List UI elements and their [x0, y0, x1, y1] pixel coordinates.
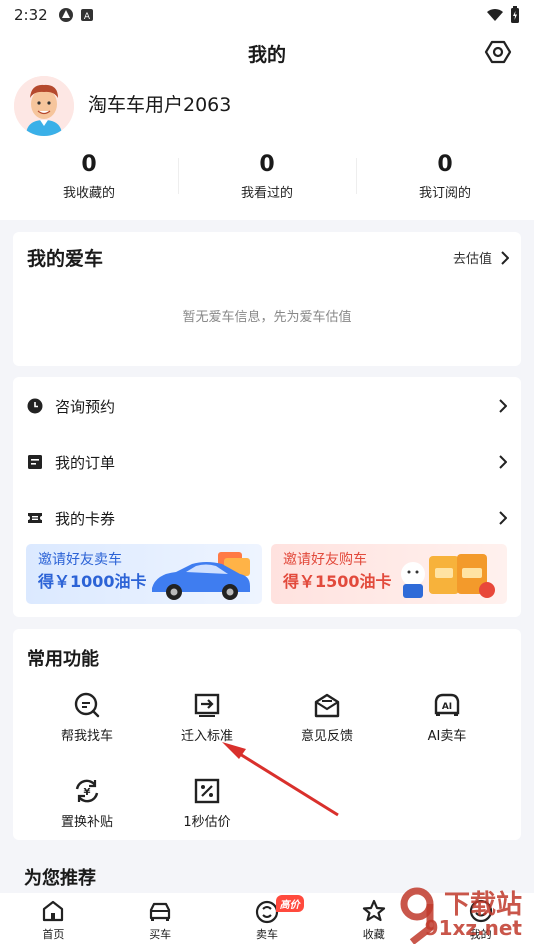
func-find-car[interactable]: 帮我找车 [27, 691, 147, 744]
invite-buy-banner[interactable]: 邀请好友购车 得￥1500油卡 [271, 544, 507, 604]
valuation-link[interactable]: 去估值 [453, 248, 509, 267]
gift-card-illustration-icon [401, 554, 495, 598]
func-feedback[interactable]: 意见反馈 [267, 691, 387, 744]
func-label: 迁入标准 [180, 729, 233, 744]
func-trade-in-subsidy[interactable]: ¥ 置换补贴 [27, 777, 147, 830]
invite-sell-banner[interactable]: 邀请好友卖车 得￥1000油卡 [26, 544, 262, 604]
tab-label: 买车 [149, 928, 172, 941]
stat-count: 0 [437, 152, 453, 177]
menu-item-label: 我的订单 [55, 453, 116, 472]
stats-row: 0 我收藏的 0 我看过的 0 我订阅的 [0, 150, 534, 201]
recommend-title: 为您推荐 [24, 868, 96, 889]
valuation-link-label: 去估值 [452, 252, 492, 267]
func-move-in-standard[interactable]: 迁入标准 [147, 691, 267, 744]
a-notification-icon: A [80, 9, 93, 22]
my-car-title: 我的爱车 [27, 248, 104, 270]
menu-item-consult[interactable]: 咨询预约 [13, 378, 521, 434]
stat-subscribed[interactable]: 0 我订阅的 [356, 150, 534, 201]
ai-car-icon: AI [434, 693, 460, 716]
tab-buy-car[interactable]: 买车 [107, 893, 214, 950]
chevron-right-icon [499, 511, 507, 525]
tab-home[interactable]: 首页 [0, 893, 107, 950]
ticket-icon [28, 513, 42, 523]
stat-label: 我订阅的 [418, 186, 471, 201]
status-time: 2:32 [14, 6, 48, 24]
tab-label: 卖车 [255, 928, 278, 941]
func-label: 1秒估价 [183, 815, 231, 830]
stat-label: 我看过的 [240, 186, 293, 201]
settings-icon[interactable] [484, 38, 512, 66]
stat-favorites[interactable]: 0 我收藏的 [0, 150, 178, 201]
chevron-right-icon [501, 250, 509, 265]
func-ai-sell[interactable]: AI AI卖车 [387, 691, 507, 744]
high-price-badge: 高价 [275, 895, 304, 912]
tab-label: 首页 [42, 928, 65, 941]
move-in-icon [194, 693, 220, 717]
menu-item-label: 咨询预约 [55, 397, 116, 416]
tab-sell-car[interactable]: 高价 卖车 [214, 893, 321, 950]
profile-header: 我的 淘车车用户2063 0 我收藏的 0 我看过的 0 我订阅的 [0, 30, 534, 220]
func-label: 意见反馈 [300, 729, 353, 744]
functions-card: 常用功能 帮我找车 迁入标准 意见反馈 AI AI卖车 ¥ 置换补贴 1秒估价 [13, 629, 521, 840]
functions-title: 常用功能 [27, 649, 99, 670]
car-icon [150, 902, 171, 921]
status-bar: 2:32 A [0, 0, 534, 30]
battery-icon [511, 6, 519, 23]
page-title: 我的 [247, 44, 286, 66]
avatar[interactable] [14, 76, 74, 136]
func-label: AI卖车 [427, 729, 467, 744]
func-label: 帮我找车 [60, 729, 113, 744]
stat-viewed[interactable]: 0 我看过的 [178, 150, 356, 201]
menu-card: 咨询预约 我的订单 我的卡券 邀请好友卖车 得￥1000油卡 邀请好友购车 得￥… [13, 377, 521, 617]
stat-count: 0 [81, 152, 97, 177]
search-car-icon [74, 692, 100, 718]
my-car-empty-text: 暂无爱车信息，先为爱车估值 [182, 310, 352, 325]
chevron-right-icon [499, 399, 507, 413]
stat-count: 0 [259, 152, 275, 177]
star-icon [362, 899, 385, 922]
menu-item-orders[interactable]: 我的订单 [13, 434, 521, 490]
svg-text:AI: AI [442, 702, 452, 712]
menu-item-coupons[interactable]: 我的卡券 [13, 490, 521, 546]
clock-icon [27, 398, 43, 414]
username[interactable]: 淘车车用户2063 [88, 90, 231, 117]
car-illustration-icon [152, 552, 250, 600]
menu-item-label: 我的卡券 [55, 509, 116, 528]
feedback-mail-icon [314, 693, 340, 718]
watermark-logo: 下载站 91xz.net [400, 884, 530, 948]
stat-label: 我收藏的 [62, 186, 115, 201]
home-icon [43, 900, 64, 922]
percent-tag-icon [194, 778, 220, 804]
chevron-right-icon [499, 455, 507, 469]
func-quick-valuation[interactable]: 1秒估价 [147, 777, 267, 830]
svg-text:A: A [84, 12, 91, 22]
avatar-icon [14, 76, 74, 136]
my-car-card: 我的爱车 去估值 暂无爱车信息，先为爱车估值 [13, 232, 521, 366]
wifi-icon [487, 8, 503, 21]
watermark-domain: 91xz.net [424, 916, 522, 940]
yuan-exchange-icon: ¥ [75, 779, 99, 803]
order-icon [28, 455, 42, 469]
svg-text:¥: ¥ [84, 787, 91, 798]
func-label: 置换补贴 [60, 815, 113, 830]
app-notification-icon [58, 8, 73, 22]
